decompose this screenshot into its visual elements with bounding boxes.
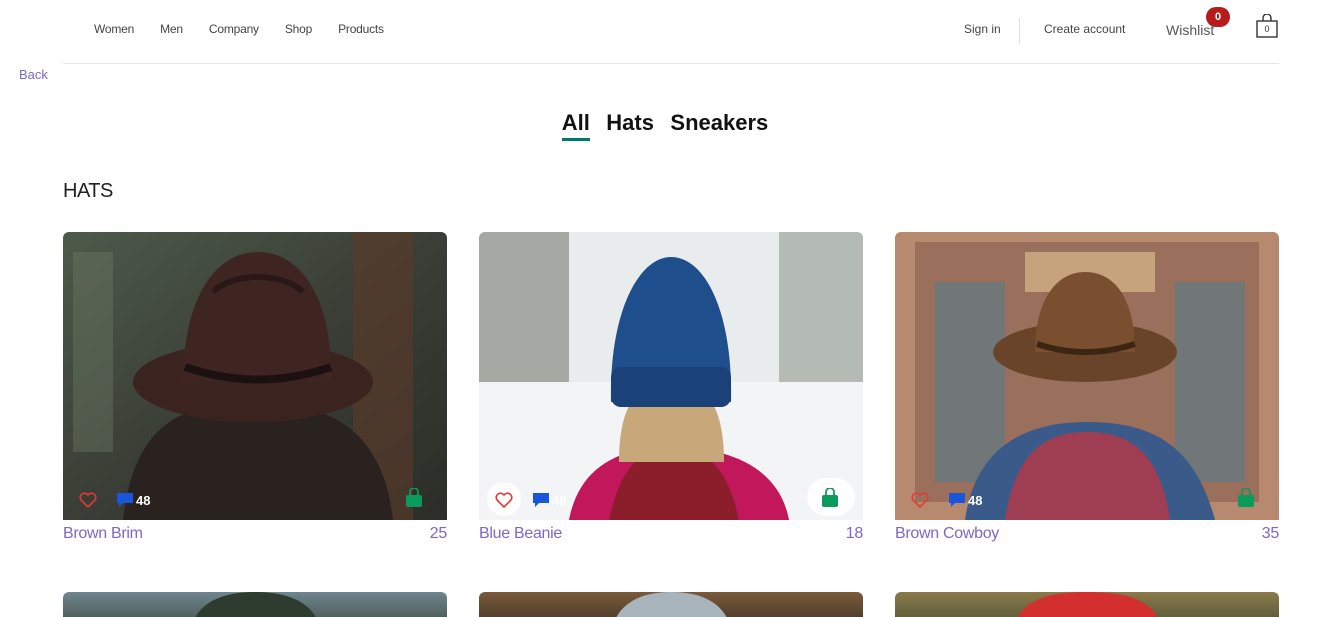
red-beanie-photo xyxy=(1017,592,1158,617)
product-name[interactable]: Blue Beanie xyxy=(479,525,562,543)
tab-hats[interactable]: Hats xyxy=(606,110,654,138)
grey-beanie-photo xyxy=(616,592,727,617)
product-card[interactable]: 48 Brown Brim 25 xyxy=(63,232,447,543)
comment-icon xyxy=(949,493,965,507)
product-info: Blue Beanie 18 xyxy=(479,525,863,543)
cart-count: 0 xyxy=(1264,24,1270,34)
product-name[interactable]: Brown Cowboy xyxy=(895,525,999,543)
product-info: Brown Cowboy 35 xyxy=(895,525,1279,543)
nav-link-women[interactable]: Women xyxy=(94,22,134,36)
product-info: Brown Brim 25 xyxy=(63,525,447,543)
nav-divider xyxy=(1019,18,1020,44)
product-image[interactable] xyxy=(63,592,447,617)
wishlist-link[interactable]: Wishlist xyxy=(1166,22,1214,38)
comment-count-label: 48 xyxy=(136,493,151,508)
heart-icon[interactable] xyxy=(911,492,929,508)
primary-nav: Women Men Company Shop Products xyxy=(94,22,410,36)
product-card[interactable]: 48 Brown Cowboy 35 xyxy=(895,232,1279,543)
heart-icon[interactable] xyxy=(495,492,513,508)
comments-count[interactable]: 48 xyxy=(533,493,566,508)
green-beanie-photo xyxy=(195,592,316,617)
product-image[interactable] xyxy=(895,592,1279,617)
comment-count-label: 48 xyxy=(968,493,983,508)
section-title: HATS xyxy=(63,180,113,202)
product-price: 18 xyxy=(845,525,864,542)
comments-count[interactable]: 48 xyxy=(117,493,150,508)
category-tabs: All Hats Sneakers xyxy=(0,110,1330,141)
heart-icon[interactable] xyxy=(79,492,97,508)
brown-brim-photo xyxy=(63,232,447,520)
product-price: 35 xyxy=(1261,525,1280,542)
shopping-bag-icon[interactable] xyxy=(1237,488,1255,508)
create-account-link[interactable]: Create account xyxy=(1044,22,1125,36)
nav-link-company[interactable]: Company xyxy=(209,22,259,36)
tab-sneakers[interactable]: Sneakers xyxy=(670,110,768,138)
product-card[interactable]: 48 Blue Beanie 18 xyxy=(479,232,863,543)
blue-beanie-photo xyxy=(479,232,863,520)
comment-icon xyxy=(117,493,133,507)
comment-icon xyxy=(533,493,549,507)
comments-count[interactable]: 48 xyxy=(949,493,982,508)
back-link[interactable]: Back xyxy=(19,67,48,82)
comment-count-label: 48 xyxy=(552,493,567,508)
shopping-bag-icon[interactable] xyxy=(405,488,423,508)
product-price: 25 xyxy=(429,525,448,542)
sign-in-link[interactable]: Sign in xyxy=(964,22,1001,36)
wishlist-count-badge: 0 xyxy=(1206,7,1230,27)
nav-link-products[interactable]: Products xyxy=(338,22,384,36)
top-navigation: Women Men Company Shop Products Sign in … xyxy=(63,0,1279,64)
product-image[interactable]: 48 xyxy=(63,232,447,520)
product-image[interactable]: 48 xyxy=(895,232,1279,520)
shopping-bag-icon[interactable] xyxy=(821,488,839,508)
tab-all[interactable]: All xyxy=(561,110,590,141)
brown-cowboy-photo xyxy=(895,232,1279,520)
nav-link-shop[interactable]: Shop xyxy=(285,22,312,36)
product-name[interactable]: Brown Brim xyxy=(63,525,143,543)
product-image[interactable]: 48 xyxy=(479,232,863,520)
nav-link-men[interactable]: Men xyxy=(160,22,183,36)
product-image[interactable] xyxy=(479,592,863,617)
